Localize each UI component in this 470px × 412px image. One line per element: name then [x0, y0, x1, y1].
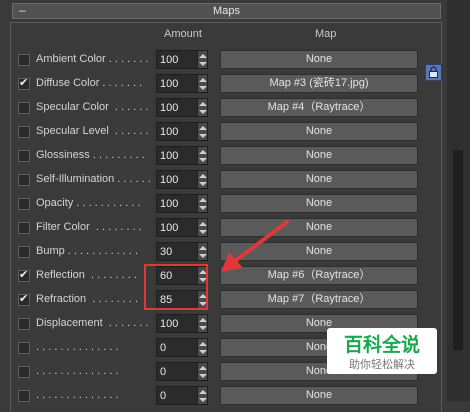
- spinner-arrows-icon[interactable]: [197, 194, 208, 213]
- spinner-arrows-icon[interactable]: [197, 50, 208, 69]
- amount-spinner[interactable]: 100: [156, 194, 208, 213]
- spinner-arrows-icon[interactable]: [197, 98, 208, 117]
- amount-value[interactable]: 30: [160, 246, 172, 258]
- rollout-title: Maps: [213, 5, 240, 17]
- maps-rollout-header[interactable]: – Maps: [12, 3, 441, 19]
- map-slot-label: Diffuse Color . . . . . . .: [36, 77, 143, 89]
- watermark-subtitle: 助你轻松解决: [349, 359, 415, 371]
- map-button[interactable]: None: [220, 50, 418, 69]
- map-enable-checkbox[interactable]: [18, 342, 30, 354]
- map-enable-checkbox[interactable]: [18, 126, 30, 138]
- amount-value[interactable]: 100: [160, 78, 178, 90]
- map-button[interactable]: Map #4（Raytrace）: [220, 98, 418, 117]
- map-enable-checkbox[interactable]: [18, 174, 30, 186]
- spinner-arrows-icon[interactable]: [197, 386, 208, 405]
- amount-value[interactable]: 100: [160, 318, 178, 330]
- map-enable-checkbox[interactable]: [18, 292, 30, 306]
- map-button[interactable]: None: [220, 194, 418, 213]
- spinner-arrows-icon[interactable]: [197, 218, 208, 237]
- amount-spinner[interactable]: 0: [156, 338, 208, 357]
- amount-spinner[interactable]: 100: [156, 98, 208, 117]
- amount-spinner[interactable]: 30: [156, 242, 208, 261]
- spinner-arrows-icon[interactable]: [197, 314, 208, 333]
- map-slot-row: Glossiness . . . . . . . . . 100 None: [16, 145, 446, 167]
- spinner-arrows-icon[interactable]: [197, 74, 208, 93]
- watermark-title: 百科全说: [343, 335, 420, 356]
- amount-value[interactable]: 0: [160, 390, 166, 402]
- map-slot-label: Refraction . . . . . . . .: [36, 293, 139, 305]
- spinner-arrows-icon[interactable]: [197, 338, 208, 357]
- map-enable-checkbox[interactable]: [18, 222, 30, 234]
- amount-spinner[interactable]: 100: [156, 146, 208, 165]
- map-slot-label: Filter Color . . . . . . . .: [36, 221, 142, 233]
- map-enable-checkbox[interactable]: [18, 102, 30, 114]
- amount-value[interactable]: 100: [160, 150, 178, 162]
- map-slot-label: Bump . . . . . . . . . . . .: [36, 245, 139, 257]
- amount-value[interactable]: 0: [160, 342, 166, 354]
- map-button[interactable]: None: [220, 386, 418, 405]
- amount-spinner[interactable]: 0: [156, 386, 208, 405]
- map-slot-label: Displacement . . . . . . .: [36, 317, 149, 329]
- amount-value[interactable]: 100: [160, 102, 178, 114]
- map-column-header: Map: [315, 28, 337, 40]
- map-slot-row: Ambient Color . . . . . . . 100 None: [16, 49, 446, 71]
- amount-spinner[interactable]: 100: [156, 74, 208, 93]
- map-slot-row: . . . . . . . . . . . . . . 0 None: [16, 385, 446, 407]
- spinner-arrows-icon[interactable]: [197, 146, 208, 165]
- map-enable-checkbox[interactable]: [18, 318, 30, 330]
- map-enable-checkbox[interactable]: [18, 54, 30, 66]
- map-slot-label: Self-Illumination . . . . . .: [36, 173, 151, 185]
- map-button[interactable]: Map #3 (瓷砖17.jpg): [220, 74, 418, 93]
- map-slot-row: Refraction . . . . . . . .85Map #7（Raytr…: [16, 289, 446, 311]
- amount-spinner[interactable]: 100: [156, 314, 208, 333]
- amount-value[interactable]: 0: [160, 366, 166, 378]
- spinner-arrows-icon[interactable]: [197, 170, 208, 189]
- map-slot-label: Specular Level . . . . . .: [36, 125, 149, 137]
- amount-spinner[interactable]: 0: [156, 362, 208, 381]
- map-slot-row: Specular Color . . . . . . 100 Map #4（Rayt…: [16, 97, 446, 119]
- amount-spinner[interactable]: 100: [156, 218, 208, 237]
- map-slot-label: Ambient Color . . . . . . .: [36, 53, 149, 65]
- map-enable-checkbox[interactable]: [18, 198, 30, 210]
- map-slot-label: . . . . . . . . . . . . . .: [36, 365, 119, 377]
- map-enable-checkbox[interactable]: [18, 246, 30, 258]
- map-slot-row: Diffuse Color . . . . . . . 100 Map #3 (瓷砖…: [16, 73, 446, 95]
- amount-value[interactable]: 100: [160, 174, 178, 186]
- map-slot-label: . . . . . . . . . . . . . .: [36, 341, 119, 353]
- map-slot-row: Specular Level . . . . . . 100 None: [16, 121, 446, 143]
- amount-spinner[interactable]: 100: [156, 170, 208, 189]
- amount-column-header: Amount: [164, 28, 202, 40]
- map-button[interactable]: Map #7（Raytrace）: [220, 290, 418, 309]
- map-enable-checkbox[interactable]: [18, 76, 30, 90]
- scrollbar-thumb[interactable]: [453, 150, 463, 350]
- map-enable-checkbox[interactable]: [18, 150, 30, 162]
- amount-value[interactable]: 100: [160, 198, 178, 210]
- map-slot-row: Self-Illumination . . . . . . 100 None: [16, 169, 446, 191]
- map-enable-checkbox[interactable]: [18, 268, 30, 282]
- amount-value[interactable]: 100: [160, 222, 178, 234]
- map-button[interactable]: None: [220, 170, 418, 189]
- map-enable-checkbox[interactable]: [18, 366, 30, 378]
- map-slot-row: Opacity . . . . . . . . . . . 100 None: [16, 193, 446, 215]
- watermark-logo: 百科全说 助你轻松解决: [327, 328, 437, 374]
- spinner-arrows-icon[interactable]: [197, 362, 208, 381]
- maps-rollout-panel: { "rollout": { "collapse_symbol": "–", "…: [0, 0, 470, 412]
- annotation-arrow-icon: [221, 220, 289, 272]
- amount-spinner[interactable]: 100: [156, 50, 208, 69]
- map-slot-label: Reflection . . . . . . . .: [36, 269, 137, 281]
- amount-value[interactable]: 100: [160, 126, 178, 138]
- map-button[interactable]: None: [220, 122, 418, 141]
- reflection-refraction-highlight-box: [144, 264, 208, 310]
- map-slot-label: Glossiness . . . . . . . . .: [36, 149, 145, 161]
- map-slot-label: . . . . . . . . . . . . . .: [36, 389, 119, 401]
- map-slot-label: Opacity . . . . . . . . . . .: [36, 197, 141, 209]
- amount-value[interactable]: 100: [160, 54, 178, 66]
- map-button[interactable]: None: [220, 146, 418, 165]
- map-enable-checkbox[interactable]: [18, 390, 30, 402]
- amount-spinner[interactable]: 100: [156, 122, 208, 141]
- spinner-arrows-icon[interactable]: [197, 122, 208, 141]
- spinner-arrows-icon[interactable]: [197, 242, 208, 261]
- map-slot-label: Specular Color . . . . . .: [36, 101, 149, 113]
- lock-icon[interactable]: [425, 64, 442, 81]
